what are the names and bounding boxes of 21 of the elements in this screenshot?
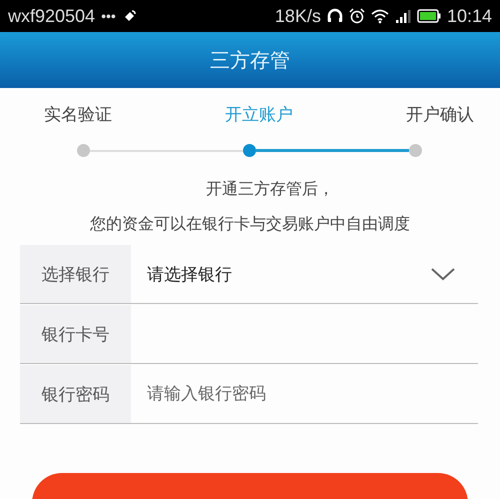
field-label: 选择银行 <box>20 245 131 303</box>
chevron-down-icon <box>430 267 456 281</box>
intro-text: 开通三方存管后， <box>206 179 334 200</box>
battery-icon <box>416 9 441 23</box>
step-label: 开户确认 <box>406 104 474 126</box>
input-field[interactable]: 请输入银行密码 <box>131 365 478 423</box>
notification-dots: ••• <box>101 8 116 24</box>
alarm-clock-icon <box>348 8 365 24</box>
field-label: 银行密码 <box>20 365 131 423</box>
clock-time: 10:14 <box>446 6 492 26</box>
page-title: 三方存管 <box>210 46 290 74</box>
bank-select[interactable]: 请选择银行 <box>131 245 478 303</box>
signal-icon <box>394 8 411 24</box>
step-label: 实名验证 <box>44 104 112 126</box>
carrier-text: wxf920504 <box>8 6 96 26</box>
step-label: 开立账户 <box>225 104 293 126</box>
intro-text: 您的资金可以在银行卡与交易账户中自由调度 <box>90 214 410 235</box>
field-label: 银行卡号 <box>20 305 131 363</box>
headphones-icon <box>326 8 343 24</box>
wifi-icon <box>370 8 389 24</box>
network-speed: 18K/s <box>274 6 321 26</box>
